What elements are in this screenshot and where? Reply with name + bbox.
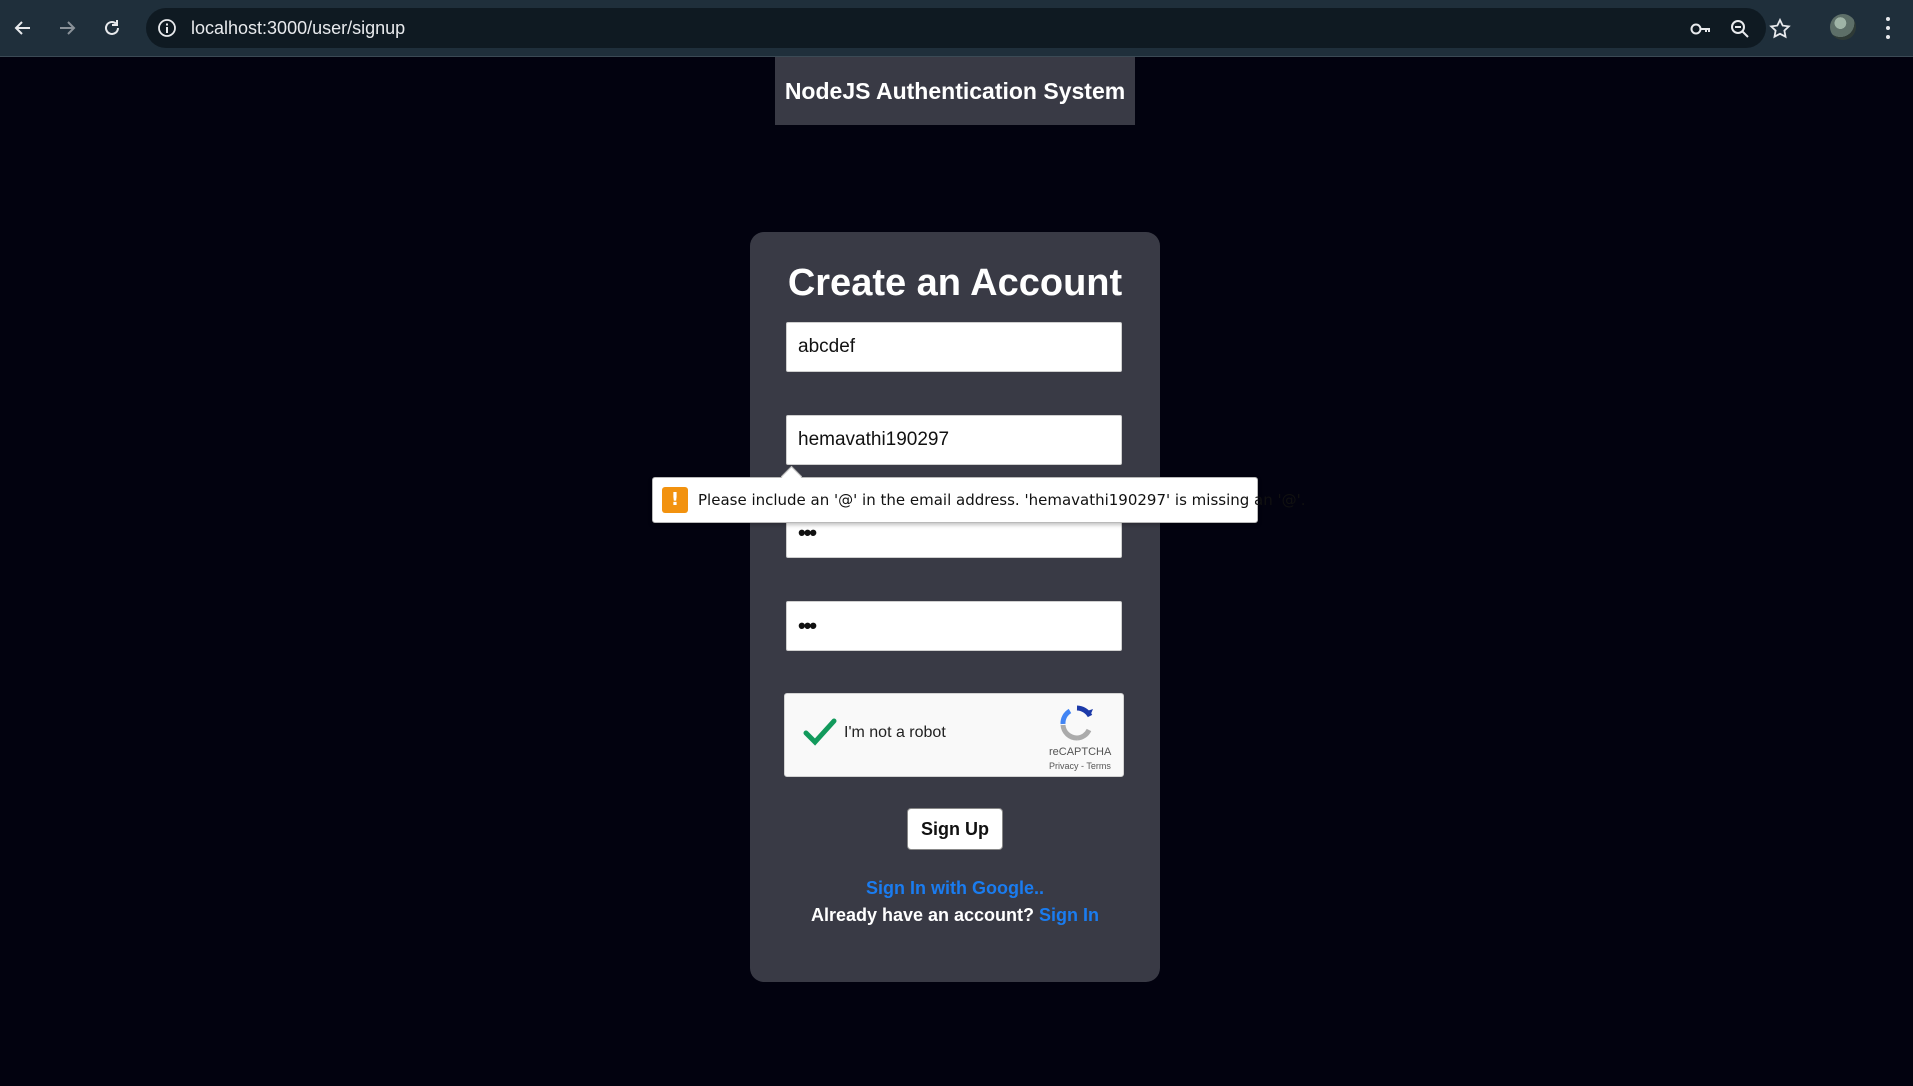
warning-icon: ! xyxy=(662,487,688,513)
confirm-password-field[interactable]: ••• xyxy=(786,601,1122,651)
already-text: Already have an account? xyxy=(810,905,1035,925)
zoom-icon[interactable] xyxy=(1728,17,1752,41)
captcha-links[interactable]: Privacy - Terms xyxy=(1049,761,1111,771)
recaptcha-logo-icon xyxy=(1060,705,1093,741)
signup-button[interactable]: Sign Up xyxy=(907,808,1003,850)
site-info-icon[interactable] xyxy=(156,17,178,39)
checkmark-icon[interactable] xyxy=(801,714,839,752)
form-title: Create an Account xyxy=(787,262,1123,304)
back-button[interactable] xyxy=(5,10,41,46)
bookmark-star-icon[interactable] xyxy=(1768,17,1792,41)
signin-prompt: Already have an account? Sign In xyxy=(750,905,1160,926)
captcha-brand: reCAPTCHA xyxy=(1049,746,1112,758)
browser-menu-icon[interactable] xyxy=(1878,14,1898,42)
signup-card: Create an Account abcdef hemavathi190297… xyxy=(750,232,1160,982)
back-arrow-icon xyxy=(14,21,30,35)
address-bar[interactable]: localhost:3000/user/signup xyxy=(146,8,1791,48)
reload-button[interactable] xyxy=(94,10,130,46)
url-text[interactable]: localhost:3000/user/signup xyxy=(191,8,405,48)
forward-arrow-icon xyxy=(60,21,76,35)
email-validation-tooltip: ! Please include an '@' in the email add… xyxy=(652,477,1306,523)
validation-message: Please include an '@' in the email addre… xyxy=(698,491,1306,509)
profile-avatar[interactable] xyxy=(1830,14,1856,40)
signin-link[interactable]: Sign In xyxy=(1039,905,1099,925)
email-field[interactable]: hemavathi190297 xyxy=(786,415,1122,465)
google-signin-link[interactable]: Sign In with Google.. xyxy=(750,878,1160,899)
name-field[interactable]: abcdef xyxy=(786,322,1122,372)
recaptcha-widget[interactable]: I'm not a robot reCAPTCHA Privacy - Term… xyxy=(784,693,1124,777)
site-brand-title: NodeJS Authentication System xyxy=(775,57,1135,125)
reload-icon xyxy=(105,20,119,35)
password-key-icon[interactable] xyxy=(1688,17,1712,41)
browser-toolbar: localhost:3000/user/signup xyxy=(0,0,1913,57)
captcha-label: I'm not a robot xyxy=(844,724,946,741)
forward-button[interactable] xyxy=(49,10,85,46)
